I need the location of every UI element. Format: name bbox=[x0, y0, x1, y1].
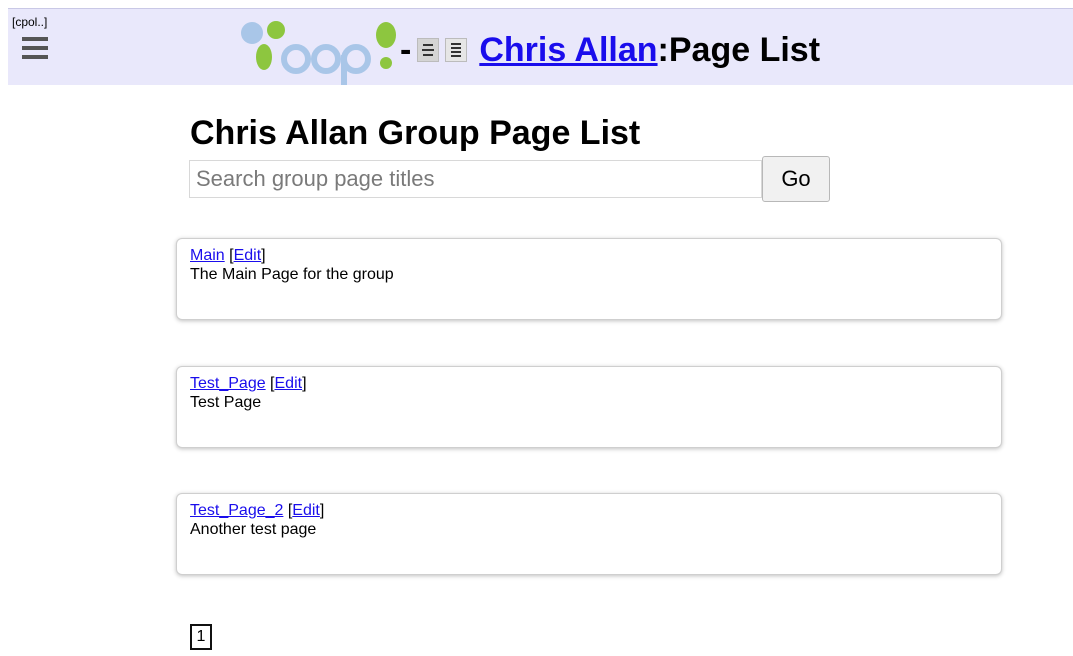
title-separator: - bbox=[400, 31, 412, 69]
page-description: Another test page bbox=[190, 521, 317, 538]
edit-link[interactable]: Edit bbox=[275, 375, 303, 392]
edit-link[interactable]: Edit bbox=[292, 502, 320, 519]
search-input[interactable] bbox=[189, 160, 762, 198]
page: [cpol..] - Chris Allan:Page List Chris … bbox=[0, 0, 1073, 656]
go-button[interactable]: Go bbox=[762, 156, 830, 202]
list-item: Main [Edit] The Main Page for the group bbox=[176, 238, 1002, 320]
hamburger-menu-icon[interactable] bbox=[22, 37, 48, 67]
header-title-bar: - Chris Allan :Page List bbox=[240, 15, 820, 85]
pagination-page-1[interactable]: 1 bbox=[190, 624, 212, 650]
top-header: [cpol..] - Chris Allan:Page List bbox=[8, 8, 1073, 85]
page-title-suffix: :Page List bbox=[657, 31, 821, 69]
yoop-logo[interactable] bbox=[240, 15, 398, 85]
page-link[interactable]: Main bbox=[190, 247, 225, 264]
group-link[interactable]: Chris Allan bbox=[479, 33, 657, 67]
cpol-label[interactable]: [cpol..] bbox=[12, 15, 47, 29]
page-description: Test Page bbox=[190, 394, 262, 411]
edit-link[interactable]: Edit bbox=[234, 247, 262, 264]
page-link[interactable]: Test_Page bbox=[190, 375, 266, 392]
list-item: Test_Page [Edit] Test Page bbox=[176, 366, 1002, 448]
page-link[interactable]: Test_Page_2 bbox=[190, 502, 283, 519]
align-center-icon[interactable] bbox=[417, 38, 440, 62]
list-item: Test_Page_2 [Edit] Another test page bbox=[176, 493, 1002, 575]
page-description: The Main Page for the group bbox=[190, 266, 394, 283]
page-heading: Chris Allan Group Page List bbox=[190, 114, 641, 152]
align-justify-icon[interactable] bbox=[445, 38, 468, 62]
